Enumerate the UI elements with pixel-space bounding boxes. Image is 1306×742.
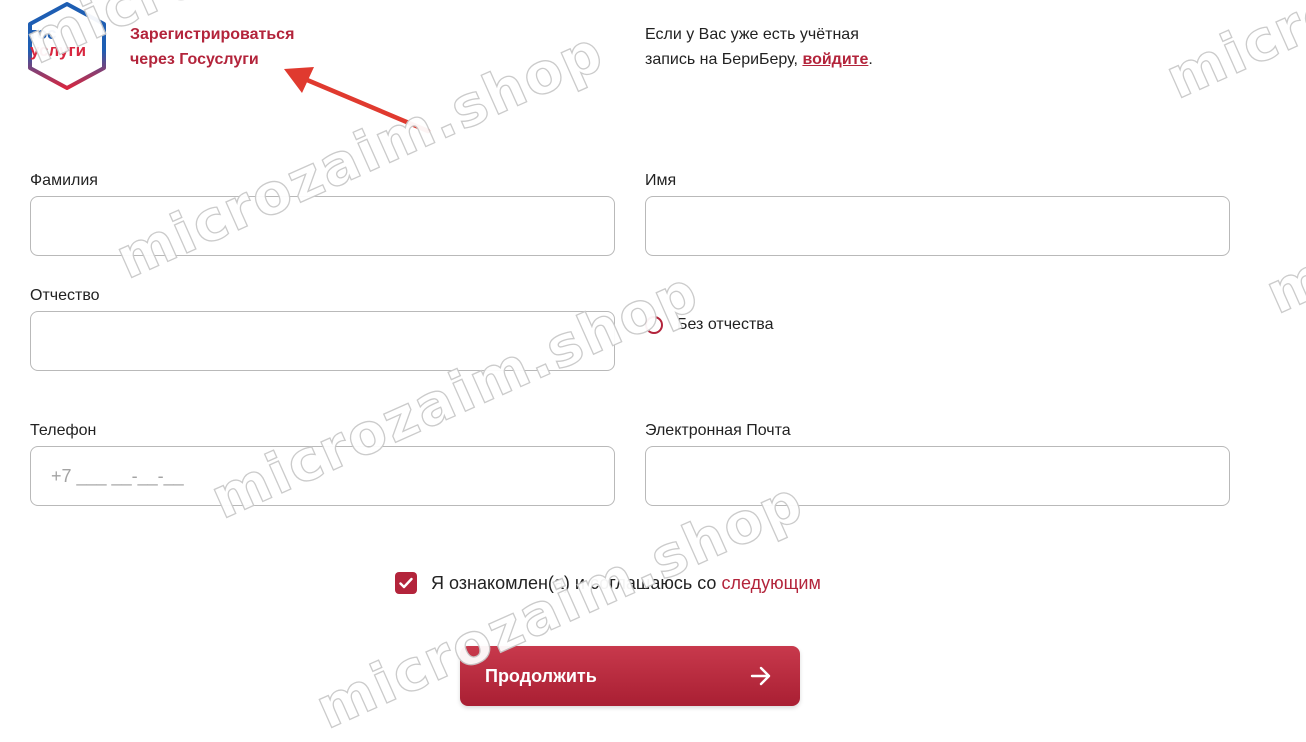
email-label: Электронная Почта [645, 422, 791, 439]
no-patronymic-radio[interactable] [645, 316, 663, 334]
patronymic-input[interactable] [30, 311, 615, 371]
email-input[interactable] [645, 446, 1230, 506]
login-hint: Если у Вас уже есть учётная запись на Бе… [645, 22, 873, 72]
register-line-1: Зарегистрироваться [130, 26, 295, 43]
continue-button[interactable]: Продолжить [460, 646, 800, 706]
arrow-right-icon [750, 666, 771, 686]
checkmark-icon [399, 577, 413, 589]
name-label: Имя [645, 172, 677, 189]
login-hint-suffix: . [868, 51, 873, 68]
consent-row: Я ознакомлен(а) и соглашаюсь со следующи… [395, 572, 821, 594]
no-patronymic-option[interactable]: Без отчества [645, 316, 773, 334]
consent-text-wrap: Я ознакомлен(а) и соглашаюсь со следующи… [431, 573, 821, 594]
name-input[interactable] [645, 196, 1230, 256]
register-line-2: через Госуслуги [130, 51, 259, 68]
gosuslugi-logo[interactable]: гос услуги [22, 0, 112, 92]
login-link[interactable]: войдите [802, 51, 868, 68]
watermark: microzaim.shop [1256, 53, 1306, 328]
login-hint-line-2: запись на БериБеру, войдите. [645, 47, 873, 72]
continue-button-label: Продолжить [485, 665, 597, 686]
register-via-gosuslugi-link[interactable]: Зарегистрироваться через Госуслуги [130, 22, 294, 72]
phone-input[interactable] [30, 446, 615, 506]
consent-link[interactable]: следующим [721, 573, 820, 593]
logo-text-uslugi: услуги [30, 41, 87, 60]
surname-input[interactable] [30, 196, 615, 256]
no-patronymic-label: Без отчества [677, 316, 774, 333]
login-hint-line-1: Если у Вас уже есть учётная [645, 26, 859, 43]
logo-text-gos: гос [30, 24, 57, 43]
phone-label: Телефон [30, 422, 97, 439]
annotation-arrow-icon [284, 67, 431, 134]
consent-text: Я ознакомлен(а) и соглашаюсь со [431, 572, 717, 593]
surname-label: Фамилия [30, 172, 98, 189]
watermark: microzaim.shop [1156, 0, 1306, 113]
consent-checkbox[interactable] [395, 572, 417, 594]
patronymic-label: Отчество [30, 287, 100, 304]
login-hint-prefix: запись на БериБеру, [645, 51, 803, 68]
